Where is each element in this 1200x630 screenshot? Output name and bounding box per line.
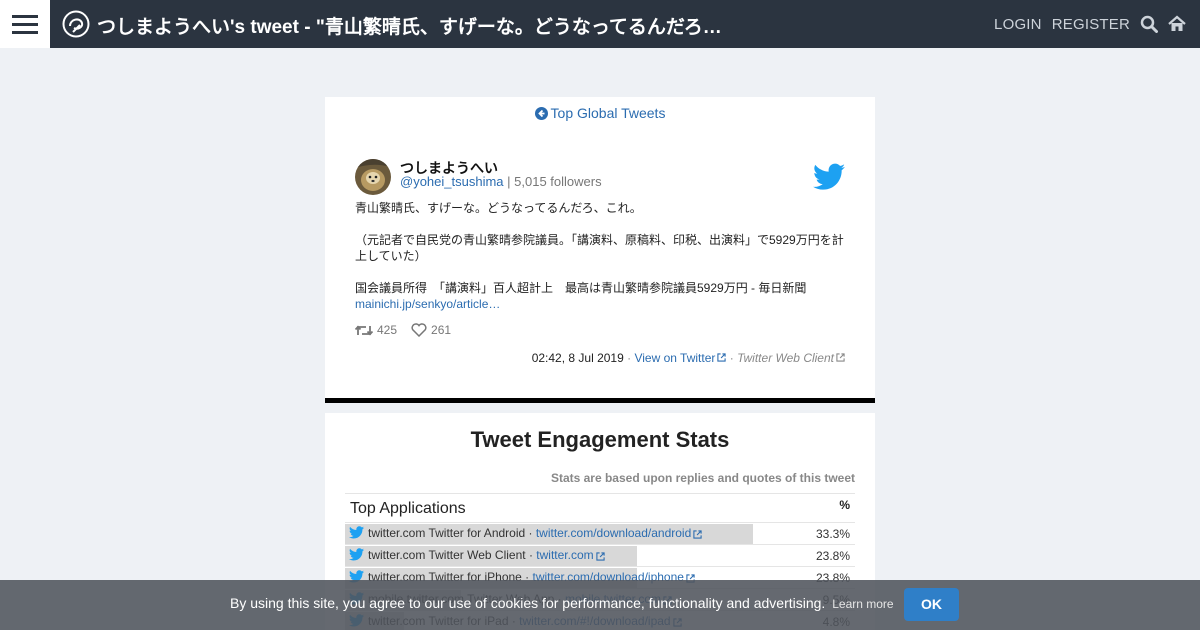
home-icon[interactable] <box>1168 15 1186 33</box>
menu-icon-bar <box>12 30 38 34</box>
login-link[interactable]: LOGIN <box>994 16 1042 33</box>
cookie-text: By using this site, you agree to our use… <box>230 595 894 611</box>
app-label: twitter.com Twitter Web Client · twitter… <box>349 548 609 562</box>
table-row: twitter.com Twitter Web Client · twitter… <box>345 544 855 566</box>
tweet-counts: 425 261 <box>355 323 451 337</box>
percent-header: % <box>839 498 850 512</box>
user-handle-link[interactable]: @yohei_tsushima <box>400 174 504 189</box>
app-link-label: twitter.com <box>536 548 594 562</box>
stats-title: Tweet Engagement Stats <box>470 427 730 452</box>
tweet-line: （元記者で自民党の青山繁晴参院議員。「講演料、原稿料、印税、出演料」で5929万… <box>355 233 844 263</box>
tweet-line: 国会議員所得 「講演料」百人超計上 最高は青山繁晴参院議員5929万円 - 毎日… <box>355 281 807 295</box>
learn-more-link[interactable]: Learn more <box>832 597 893 611</box>
arrow-left-circle-icon <box>534 107 548 120</box>
app-name: twitter.com Twitter for Android <box>368 526 526 540</box>
table-header: Top Applications % <box>345 493 855 522</box>
cookie-ok-button[interactable]: OK <box>904 588 959 621</box>
menu-icon-bar <box>12 22 38 26</box>
like-count-value: 261 <box>431 323 452 337</box>
register-link[interactable]: REGISTER <box>1052 16 1130 33</box>
table-row: twitter.com Twitter for Android · twitte… <box>345 522 855 544</box>
tweet-card: Top Global Tweets つしまようへい @yohei_tsushim… <box>325 97 875 399</box>
follower-count: | 5,015 followers <box>507 174 602 189</box>
menu-icon-bar <box>12 14 38 18</box>
external-link-icon <box>693 530 702 539</box>
cookie-banner: By using this site, you agree to our use… <box>0 580 1200 630</box>
search-icon[interactable] <box>1140 15 1158 33</box>
separator: · <box>525 526 536 540</box>
twitter-bird-icon[interactable] <box>813 163 845 191</box>
client-label: Twitter Web Client <box>737 351 834 365</box>
view-on-twitter-link[interactable]: View on Twitter <box>634 351 727 365</box>
top-global-tweets-label: Top Global Tweets <box>550 105 666 121</box>
nav-right: LOGIN REGISTER <box>994 0 1186 48</box>
app-percent: 33.3% <box>815 527 850 541</box>
view-on-twitter-label: View on Twitter <box>634 351 716 365</box>
top-navbar: つしまようへい's tweet - "青山繁晴氏、すげーな。どうなってるんだろ…… <box>0 0 1200 48</box>
app-link[interactable]: twitter.com/download/android <box>536 526 706 540</box>
retweet-count[interactable]: 425 <box>355 323 397 337</box>
separator: · <box>525 548 537 562</box>
stats-note: Stats are based upon replies and quotes … <box>550 471 855 485</box>
retweet-count-value: 425 <box>377 323 398 337</box>
like-count[interactable]: 261 <box>411 323 451 337</box>
heart-icon <box>411 323 427 337</box>
separator: · <box>729 351 738 365</box>
external-link-icon <box>717 353 727 362</box>
external-link-icon <box>836 353 845 362</box>
page-title: つしまようへい's tweet - "青山繁晴氏、すげーな。どうなってるんだろ… <box>97 17 722 38</box>
tweet-date: 02:42, 8 Jul 2019 <box>531 351 624 365</box>
app-link[interactable]: twitter.com <box>536 548 608 562</box>
avatar-image <box>355 159 391 195</box>
retweet-icon <box>355 324 373 336</box>
user-meta: @yohei_tsushima | 5,015 followers <box>400 174 602 189</box>
app-percent: 23.8% <box>815 549 850 563</box>
card-divider <box>325 398 875 403</box>
tweet-text: 青山繁晴氏、すげーな。どうなってるんだろ、これ。 （元記者で自民党の青山繁晴参院… <box>355 200 850 312</box>
external-link-icon <box>596 552 605 561</box>
section-label: Top Applications <box>350 500 466 517</box>
cookie-message: By using this site, you agree to our use… <box>230 595 826 611</box>
menu-button[interactable] <box>0 0 50 48</box>
app-label: twitter.com Twitter for Android · twitte… <box>349 526 706 540</box>
tweet-article-link[interactable]: mainichi.jp/senkyo/article… <box>355 296 850 312</box>
logo-icon[interactable] <box>62 10 90 38</box>
top-global-tweets-link[interactable]: Top Global Tweets <box>325 105 875 121</box>
twitter-bird-icon <box>349 548 364 561</box>
avatar[interactable] <box>355 159 391 195</box>
twitter-bird-icon <box>349 526 364 539</box>
tweet-line: 青山繁晴氏、すげーな。どうなってるんだろ、これ。 <box>355 201 642 215</box>
client-link[interactable]: Twitter Web Client <box>737 351 845 365</box>
tweet-meta: 02:42, 8 Jul 2019 · View on Twitter · Tw… <box>532 351 845 365</box>
app-name: twitter.com Twitter Web Client <box>368 548 526 562</box>
app-link-label: twitter.com/download/android <box>535 526 692 540</box>
